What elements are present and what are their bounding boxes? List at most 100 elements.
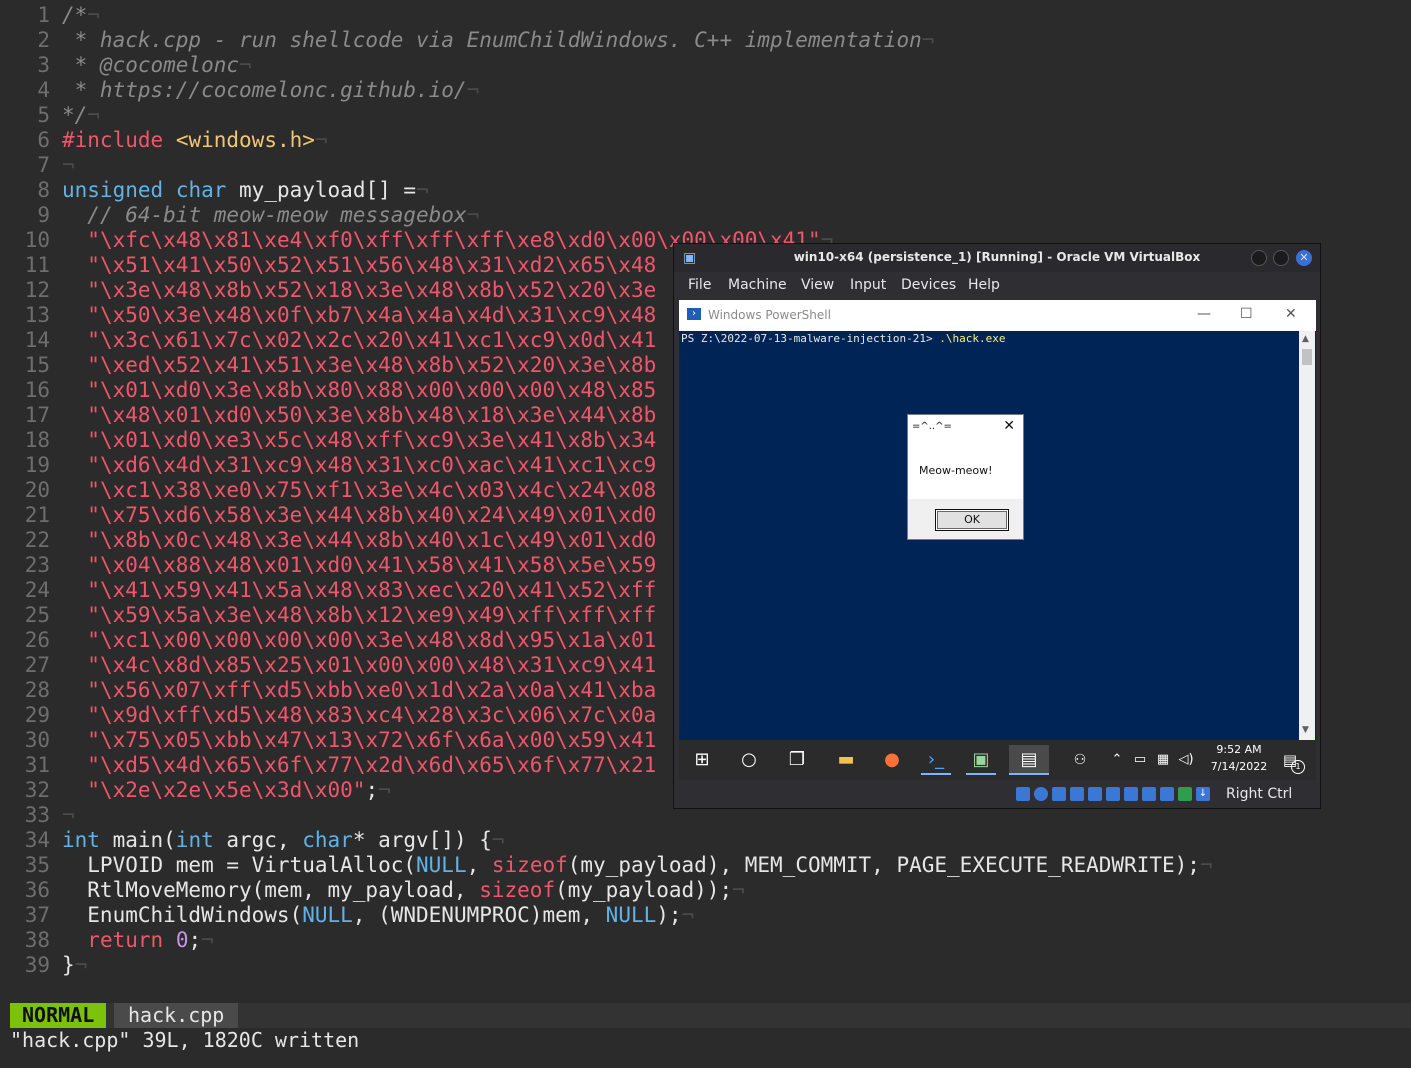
- scroll-down-icon[interactable]: ▼: [1302, 725, 1309, 735]
- menu-file[interactable]: File: [688, 277, 711, 293]
- code-line[interactable]: 13 "\x50\x3e\x48\x0f\xb7\x4a\x4a\x4d\x31…: [0, 303, 657, 328]
- code-text: "\x3e\x48\x8b\x52\x18\x3e\x48\x8b\x52\x2…: [87, 278, 657, 302]
- people-icon[interactable]: ⚇: [1065, 745, 1095, 775]
- console-scrollbar[interactable]: ▲ ▼: [1299, 331, 1315, 740]
- windows-start-icon[interactable]: ⊞: [687, 745, 717, 775]
- recording-icon[interactable]: [1142, 787, 1156, 801]
- notification-count: 1: [1291, 760, 1305, 774]
- audio-icon[interactable]: [1052, 787, 1066, 801]
- code-text: EnumChildWindows(NULL, (WNDENUMPROC)mem,…: [62, 903, 695, 927]
- code-line[interactable]: 1 /*¬: [0, 3, 100, 28]
- virtualization-icon[interactable]: [1160, 787, 1174, 801]
- search-circle-icon[interactable]: ○: [734, 745, 764, 775]
- menu-devices[interactable]: Devices: [901, 277, 956, 293]
- code-line[interactable]: 4 * https://cocomelonc.github.io/¬: [0, 78, 479, 103]
- code-line[interactable]: 14 "\x3c\x61\x7c\x02\x2c\x20\x41\xc1\xc9…: [0, 328, 657, 353]
- code-line[interactable]: 9 // 64-bit meow-meow messagebox¬: [0, 203, 479, 228]
- code-line[interactable]: 3 * @cocomelonc¬: [0, 53, 251, 78]
- code-line[interactable]: 25 "\x59\x5a\x3e\x48\x8b\x12\xe9\x49\xff…: [0, 603, 657, 628]
- scroll-thumb[interactable]: [1302, 349, 1312, 365]
- message-box-text: Meow-meow!: [919, 464, 993, 477]
- ps-minimize-button[interactable]: —: [1197, 306, 1211, 322]
- console-command: .\hack.exe: [939, 332, 1006, 345]
- code-line[interactable]: 35 LPVOID mem = VirtualAlloc(NULL, sizeo…: [0, 853, 1213, 878]
- code-line[interactable]: 6 #include <windows.h>¬: [0, 128, 327, 153]
- virtualbox-statusbar: ↓ Right Ctrl: [674, 782, 1320, 808]
- shared-folders-icon[interactable]: [1106, 787, 1120, 801]
- code-line[interactable]: 26 "\xc1\x00\x00\x00\x00\x3e\x48\x8d\x95…: [0, 628, 657, 653]
- code-line[interactable]: 8 unsigned char my_payload[] =¬: [0, 178, 428, 203]
- code-line[interactable]: 5 */¬: [0, 103, 100, 128]
- code-line[interactable]: 32 "\x2e\x2e\x5e\x3d\x00";¬: [0, 778, 391, 803]
- menu-view[interactable]: View: [801, 277, 834, 293]
- volume-icon[interactable]: ◁): [1171, 745, 1201, 775]
- line-number: 39: [24, 953, 50, 977]
- firefox-icon[interactable]: ●: [877, 745, 907, 775]
- code-line[interactable]: 19 "\xd6\x4d\x31\xc9\x48\x31\xc0\xac\x41…: [0, 453, 657, 478]
- task-view-icon[interactable]: ❐: [782, 745, 812, 775]
- network-adapter-icon[interactable]: [1070, 787, 1084, 801]
- code-line[interactable]: 16 "\x01\xd0\x3e\x8b\x80\x88\x00\x00\x00…: [0, 378, 657, 403]
- message-box[interactable]: =^..^= ✕ Meow-meow! OK: [907, 414, 1024, 540]
- optical-drive-icon[interactable]: [1034, 787, 1048, 801]
- code-line[interactable]: 29 "\x9d\xff\xd5\x48\x83\xc4\x28\x3c\x06…: [0, 703, 657, 728]
- computer-icon[interactable]: ▣: [966, 745, 996, 775]
- mouse-integration-icon[interactable]: [1178, 787, 1192, 801]
- code-line[interactable]: 30 "\x75\x05\xbb\x47\x13\x72\x6f\x6a\x00…: [0, 728, 657, 753]
- display-icon[interactable]: [1124, 787, 1138, 801]
- code-text: "\x04\x88\x48\x01\xd0\x41\x58\x41\x58\x5…: [87, 553, 657, 577]
- keyboard-capture-icon[interactable]: ↓: [1196, 787, 1210, 801]
- scroll-up-icon[interactable]: ▲: [1302, 334, 1309, 344]
- code-line[interactable]: 17 "\x48\x01\xd0\x50\x3e\x8b\x48\x18\x3e…: [0, 403, 657, 428]
- code-line[interactable]: 22 "\x8b\x0c\x48\x3e\x44\x8b\x40\x1c\x49…: [0, 528, 657, 553]
- code-line[interactable]: 27 "\x4c\x8d\x85\x25\x01\x00\x00\x48\x31…: [0, 653, 657, 678]
- clock-date[interactable]: 7/14/2022: [1207, 760, 1271, 773]
- code-text: "\xd5\x4d\x65\x6f\x77\x2d\x6d\x65\x6f\x7…: [87, 753, 657, 777]
- code-line[interactable]: 31 "\xd5\x4d\x65\x6f\x77\x2d\x6d\x65\x6f…: [0, 753, 657, 778]
- code-line[interactable]: 7 ¬: [0, 153, 74, 178]
- code-line[interactable]: 34 int main(int argc, char* argv[]) {¬: [0, 828, 505, 853]
- menu-input[interactable]: Input: [850, 277, 886, 293]
- code-line[interactable]: 37 EnumChildWindows(NULL, (WNDENUMPROC)m…: [0, 903, 695, 928]
- code-line[interactable]: 23 "\x04\x88\x48\x01\xd0\x41\x58\x41\x58…: [0, 553, 657, 578]
- line-number: 33: [24, 803, 50, 827]
- close-button[interactable]: ✕: [1296, 250, 1312, 266]
- code-line[interactable]: 28 "\x56\x07\xff\xd5\xbb\xe0\x1d\x2a\x0a…: [0, 678, 657, 703]
- code-line[interactable]: 24 "\x41\x59\x41\x5a\x48\x83\xec\x20\x41…: [0, 578, 657, 603]
- ps-close-button[interactable]: ✕: [1285, 306, 1297, 322]
- usb-icon[interactable]: [1088, 787, 1102, 801]
- menu-help[interactable]: Help: [968, 277, 1000, 293]
- vm-display[interactable]: › Windows PowerShell — ☐ ✕ PS Z:\2022-07…: [679, 300, 1316, 740]
- status-filename: hack.cpp: [114, 1003, 239, 1028]
- code-line[interactable]: 11 "\x51\x41\x50\x52\x51\x56\x48\x31\xd2…: [0, 253, 657, 278]
- code-line[interactable]: 21 "\x75\xd6\x58\x3e\x44\x8b\x40\x24\x49…: [0, 503, 657, 528]
- virtualbox-titlebar[interactable]: ▣ win10-x64 (persistence_1) [Running] - …: [674, 244, 1320, 272]
- line-number: 7: [37, 153, 50, 177]
- code-line[interactable]: 2 * hack.cpp - run shellcode via EnumChi…: [0, 28, 934, 53]
- minimize-button[interactable]: [1251, 250, 1267, 266]
- hard-disk-icon[interactable]: [1016, 787, 1030, 801]
- message-box-close-icon[interactable]: ✕: [1003, 418, 1015, 434]
- ok-button[interactable]: OK: [935, 509, 1009, 531]
- code-line[interactable]: 12 "\x3e\x48\x8b\x52\x18\x3e\x48\x8b\x52…: [0, 278, 657, 303]
- maximize-button[interactable]: [1273, 250, 1289, 266]
- code-line[interactable]: 15 "\xed\x52\x41\x51\x3e\x48\x8b\x52\x20…: [0, 353, 657, 378]
- line-number: 12: [24, 278, 50, 302]
- code-line[interactable]: 18 "\x01\xd0\xe3\x5c\x48\xff\xc9\x3e\x41…: [0, 428, 657, 453]
- powershell-icon: ›: [687, 308, 701, 320]
- code-line[interactable]: 36 RtlMoveMemory(mem, my_payload, sizeof…: [0, 878, 745, 903]
- code-line[interactable]: 38 return 0;¬: [0, 928, 214, 953]
- file-explorer-icon[interactable]: ▬: [831, 745, 861, 775]
- virtualbox-window[interactable]: ▣ win10-x64 (persistence_1) [Running] - …: [673, 243, 1321, 809]
- code-line[interactable]: 39}¬: [0, 953, 88, 978]
- clock-time[interactable]: 9:52 AM: [1207, 743, 1271, 756]
- code-line[interactable]: 33 ¬: [0, 803, 75, 828]
- powershell-titlebar[interactable]: › Windows PowerShell — ☐ ✕: [679, 300, 1316, 331]
- window-icon[interactable]: ▤: [1009, 745, 1049, 775]
- code-line[interactable]: 20 "\xc1\x38\xe0\x75\xf1\x3e\x4c\x03\x4c…: [0, 478, 657, 503]
- powershell-taskbar-icon[interactable]: ›_: [921, 745, 951, 775]
- menu-machine[interactable]: Machine: [728, 277, 787, 293]
- line-number: 36: [24, 878, 50, 902]
- ps-maximize-button[interactable]: ☐: [1240, 306, 1253, 322]
- line-number: 19: [24, 453, 50, 477]
